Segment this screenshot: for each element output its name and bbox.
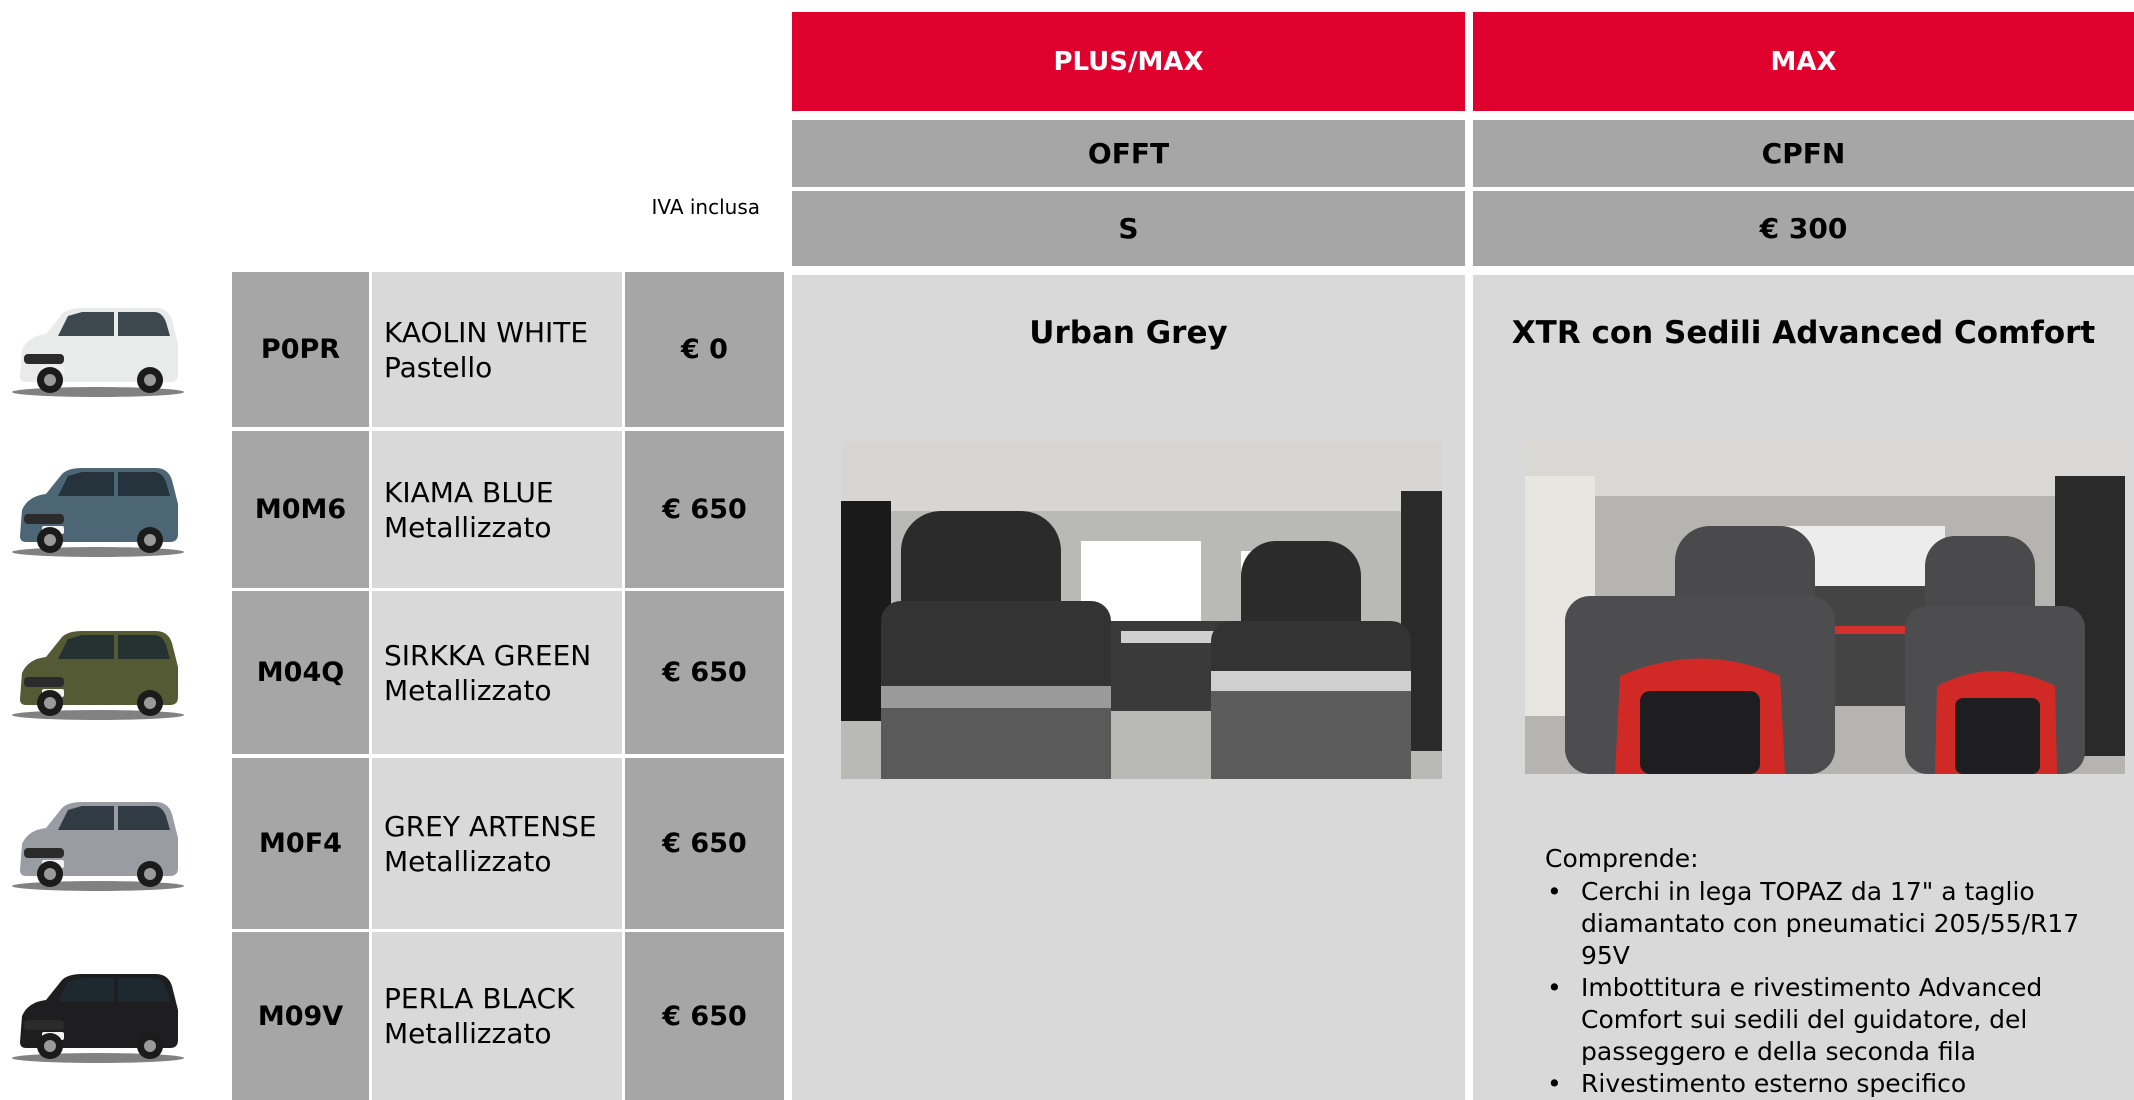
color-code-cell: P0PR — [232, 272, 369, 427]
header-trim-plusmax-label: PLUS/MAX — [1053, 46, 1204, 77]
includes-list: Cerchi in lega TOPAZ da 17" a taglio dia… — [1545, 876, 2105, 1100]
color-finish: Metallizzato — [384, 673, 552, 707]
color-code: M0M6 — [254, 494, 347, 525]
color-price: € 0 — [681, 334, 728, 365]
header-price-offt-label: S — [1118, 212, 1139, 245]
color-price: € 650 — [662, 657, 747, 688]
interior-panel-xtr: XTR con Sedili Advanced Comfort Comprend… — [1473, 275, 2134, 1100]
color-name: GREY ARTENSE — [384, 809, 597, 843]
includes-item: Imbottitura e rivestimento Advanced Comf… — [1545, 972, 2105, 1068]
color-code-cell: M04Q — [232, 591, 369, 754]
color-name-cell: SIRKKA GREEN Metallizzato — [372, 591, 622, 754]
header-price-cpfn-label: € 300 — [1759, 212, 1848, 245]
color-code: M0F4 — [259, 828, 342, 859]
car-thumbnail-icon — [12, 974, 184, 1063]
color-code-cell: M09V — [232, 932, 369, 1100]
color-price-cell: € 650 — [625, 758, 784, 929]
car-thumbnail — [6, 300, 186, 400]
color-name-cell: GREY ARTENSE Metallizzato — [372, 758, 622, 929]
header-trim-plusmax: PLUS/MAX — [792, 12, 1465, 111]
header-code-cpfn-label: CPFN — [1761, 137, 1846, 170]
color-code-cell: M0M6 — [232, 431, 369, 588]
color-name-cell: PERLA BLACK Metallizzato — [372, 932, 622, 1100]
car-thumbnail — [6, 623, 186, 723]
color-name: PERLA BLACK — [384, 982, 575, 1015]
interior-panel-urban-grey: Urban Grey — [792, 275, 1465, 1100]
color-price-cell: € 0 — [625, 272, 784, 427]
interior-image-xtr — [1525, 436, 2125, 774]
color-finish: Metallizzato — [384, 844, 552, 878]
interior-image-urban-grey — [841, 441, 1442, 779]
header-trim-max: MAX — [1473, 12, 2134, 111]
car-thumbnail-icon — [12, 307, 184, 397]
car-thumbnail — [6, 794, 186, 894]
car-thumbnail-icon — [12, 630, 184, 720]
car-thumbnail — [6, 966, 186, 1066]
color-price-cell: € 650 — [625, 591, 784, 754]
color-name-cell: KIAMA BLUE Metallizzato — [372, 431, 622, 588]
header-trim-max-label: MAX — [1770, 46, 1837, 77]
color-code: M04Q — [256, 657, 345, 688]
color-price-cell: € 650 — [625, 932, 784, 1100]
color-finish: Pastello — [384, 350, 493, 384]
color-price-cell: € 650 — [625, 431, 784, 588]
panel-title-urban-grey: Urban Grey — [1029, 315, 1228, 351]
color-name: SIRKKA GREEN — [384, 638, 592, 672]
header-price-cpfn: € 300 — [1473, 191, 2134, 266]
color-code-cell: M0F4 — [232, 758, 369, 929]
color-code: M09V — [257, 1000, 344, 1032]
car-thumbnail-icon — [12, 801, 184, 891]
car-thumbnail — [6, 460, 186, 560]
car-thumbnail-icon — [12, 467, 184, 557]
header-code-offt: OFFT — [792, 120, 1465, 187]
header-code-offt-label: OFFT — [1087, 137, 1170, 170]
color-code: P0PR — [260, 334, 341, 365]
color-finish: Metallizzato — [384, 510, 552, 544]
color-name: KIAMA BLUE — [384, 475, 554, 509]
color-price: € 650 — [662, 1000, 747, 1032]
panel-title-xtr: XTR con Sedili Advanced Comfort — [1511, 315, 2096, 351]
header-code-cpfn: CPFN — [1473, 120, 2134, 187]
includes-heading: Comprende: — [1545, 844, 1699, 873]
color-price: € 650 — [662, 494, 747, 525]
color-name-cell: KAOLIN WHITE Pastello — [372, 272, 622, 427]
color-finish: Metallizzato — [384, 1017, 552, 1050]
includes-item: Rivestimento esterno specifico — [1545, 1068, 2105, 1100]
iva-note: IVA inclusa — [651, 195, 760, 219]
includes-item: Cerchi in lega TOPAZ da 17" a taglio dia… — [1545, 876, 2105, 972]
header-price-offt: S — [792, 191, 1465, 266]
color-name: KAOLIN WHITE — [384, 315, 589, 349]
color-price: € 650 — [662, 828, 747, 859]
